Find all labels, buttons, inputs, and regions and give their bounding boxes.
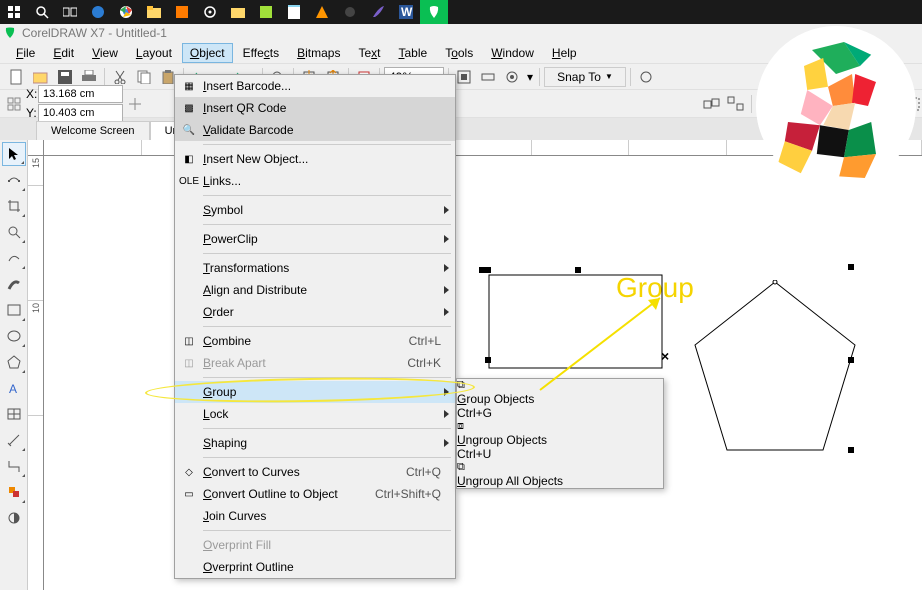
object-menu-dropdown: ▦Insert Barcode...▩Insert QR Code🔍Valida… — [174, 74, 456, 579]
menu-item-convert-outline-to-object[interactable]: ▭Convert Outline to ObjectCtrl+Shift+Q — [175, 483, 455, 505]
menu-table[interactable]: Table — [391, 43, 436, 63]
app-dark-icon[interactable] — [336, 0, 364, 24]
rectangle-tool[interactable] — [2, 298, 26, 322]
table-tool[interactable] — [2, 402, 26, 426]
shape-tool[interactable] — [2, 168, 26, 192]
submenu-item-ungroup-objects: ⧈Ungroup ObjectsCtrl+U — [457, 420, 663, 461]
windows-taskbar: W — [0, 0, 922, 24]
ungroup-icon[interactable] — [701, 93, 723, 115]
ellipse-tool[interactable] — [2, 324, 26, 348]
polygon-tool[interactable] — [2, 350, 26, 374]
settings-icon[interactable] — [196, 0, 224, 24]
artistic-media-tool[interactable] — [2, 272, 26, 296]
menu-item-order[interactable]: Order — [175, 301, 455, 323]
menu-text[interactable]: Text — [350, 43, 388, 63]
show-grid-icon[interactable] — [501, 66, 523, 88]
search-icon[interactable] — [28, 0, 56, 24]
pick-tool[interactable] — [2, 142, 26, 166]
app-b-icon[interactable] — [252, 0, 280, 24]
menu-item-join-curves[interactable]: Join Curves — [175, 505, 455, 527]
fullscreen-icon[interactable] — [453, 66, 475, 88]
tab-welcome[interactable]: Welcome Screen — [36, 121, 150, 140]
transparency-tool[interactable] — [2, 506, 26, 530]
menu-item-convert-to-curves[interactable]: ◇Convert to CurvesCtrl+Q — [175, 461, 455, 483]
ungroup-all-icon[interactable] — [725, 93, 747, 115]
ruler-corner — [28, 140, 44, 156]
new-icon[interactable] — [6, 66, 28, 88]
interactive-tool[interactable] — [2, 480, 26, 504]
menu-item-align-and-distribute[interactable]: Align and Distribute — [175, 279, 455, 301]
chrome-icon[interactable] — [112, 0, 140, 24]
folder-icon[interactable] — [140, 0, 168, 24]
menu-item-symbol[interactable]: Symbol — [175, 199, 455, 221]
zoom-tool[interactable] — [2, 220, 26, 244]
explorer-icon[interactable] — [224, 0, 252, 24]
menu-view[interactable]: View — [84, 43, 126, 63]
menu-layout[interactable]: Layout — [128, 43, 180, 63]
start-icon[interactable] — [0, 0, 28, 24]
pentagon-shape[interactable] — [693, 280, 858, 455]
taskview-icon[interactable] — [56, 0, 84, 24]
menu-item-powerclip[interactable]: PowerClip — [175, 228, 455, 250]
title-bar: CorelDRAW X7 - Untitled-1 — [0, 24, 922, 42]
show-rulers-icon[interactable] — [477, 66, 499, 88]
svg-text:A: A — [9, 382, 17, 395]
main-workspace: A 10 15 15 10 — [0, 140, 922, 590]
annotation-arrow-icon — [530, 290, 680, 400]
menu-item-transformations[interactable]: Transformations — [175, 257, 455, 279]
feather-icon[interactable] — [364, 0, 392, 24]
size-icon — [125, 94, 145, 114]
coreldraw-icon[interactable] — [420, 0, 448, 24]
x-label: X: — [26, 87, 36, 101]
menu-item-overprint-fill: Overprint Fill — [175, 534, 455, 556]
app-icon — [4, 27, 16, 39]
menu-object[interactable]: Object — [182, 43, 233, 63]
crop-tool[interactable] — [2, 194, 26, 218]
notepad-icon[interactable] — [280, 0, 308, 24]
menu-window[interactable]: Window — [483, 43, 542, 63]
menu-item-overprint-outline[interactable]: Overprint Outline — [175, 556, 455, 578]
menu-effects[interactable]: Effects — [235, 43, 287, 63]
y-label: Y: — [26, 106, 36, 120]
vertical-ruler: 15 10 — [28, 156, 44, 590]
menu-item-validate-barcode[interactable]: 🔍Validate Barcode — [175, 119, 455, 141]
decorative-portrait — [756, 26, 916, 186]
menu-item-insert-barcode-[interactable]: ▦Insert Barcode... — [175, 75, 455, 97]
app-orange-icon[interactable] — [168, 0, 196, 24]
options-icon[interactable] — [635, 66, 657, 88]
menu-help[interactable]: Help — [544, 43, 585, 63]
word-icon[interactable]: W — [392, 0, 420, 24]
view-dropdown-icon[interactable]: ▾ — [525, 66, 535, 88]
menu-item-insert-qr-code[interactable]: ▩Insert QR Code — [175, 97, 455, 119]
menu-item-insert-new-object-[interactable]: ◧Insert New Object... — [175, 148, 455, 170]
menu-item-links-[interactable]: OLELinks... — [175, 170, 455, 192]
menu-bitmaps[interactable]: Bitmaps — [289, 43, 348, 63]
menu-file[interactable]: File — [8, 43, 43, 63]
menu-tools[interactable]: Tools — [437, 43, 481, 63]
freehand-tool[interactable] — [2, 246, 26, 270]
text-tool[interactable]: A — [2, 376, 26, 400]
menu-item-lock[interactable]: Lock — [175, 403, 455, 425]
connector-tool[interactable] — [2, 454, 26, 478]
window-title: CorelDRAW X7 - Untitled-1 — [22, 26, 167, 40]
menu-item-combine[interactable]: ◫CombineCtrl+L — [175, 330, 455, 352]
menu-edit[interactable]: Edit — [45, 43, 82, 63]
warning-icon[interactable] — [308, 0, 336, 24]
canvas-area[interactable]: 10 15 15 10 × — [28, 140, 922, 590]
copy-icon[interactable] — [133, 66, 155, 88]
position-icon — [4, 94, 24, 114]
toolbox: A — [0, 140, 28, 590]
x-position-input[interactable] — [38, 85, 123, 103]
edge-icon[interactable] — [84, 0, 112, 24]
snap-to-dropdown[interactable]: Snap To▼ — [544, 67, 626, 87]
dimension-tool[interactable] — [2, 428, 26, 452]
svg-text:W: W — [401, 5, 413, 19]
y-position-input[interactable] — [38, 104, 123, 122]
submenu-item-ungroup-all-objects: ⧉Ungroup All Objects — [457, 461, 663, 488]
menu-item-shaping[interactable]: Shaping — [175, 432, 455, 454]
menu-item-break-apart: ◫Break ApartCtrl+K — [175, 352, 455, 374]
